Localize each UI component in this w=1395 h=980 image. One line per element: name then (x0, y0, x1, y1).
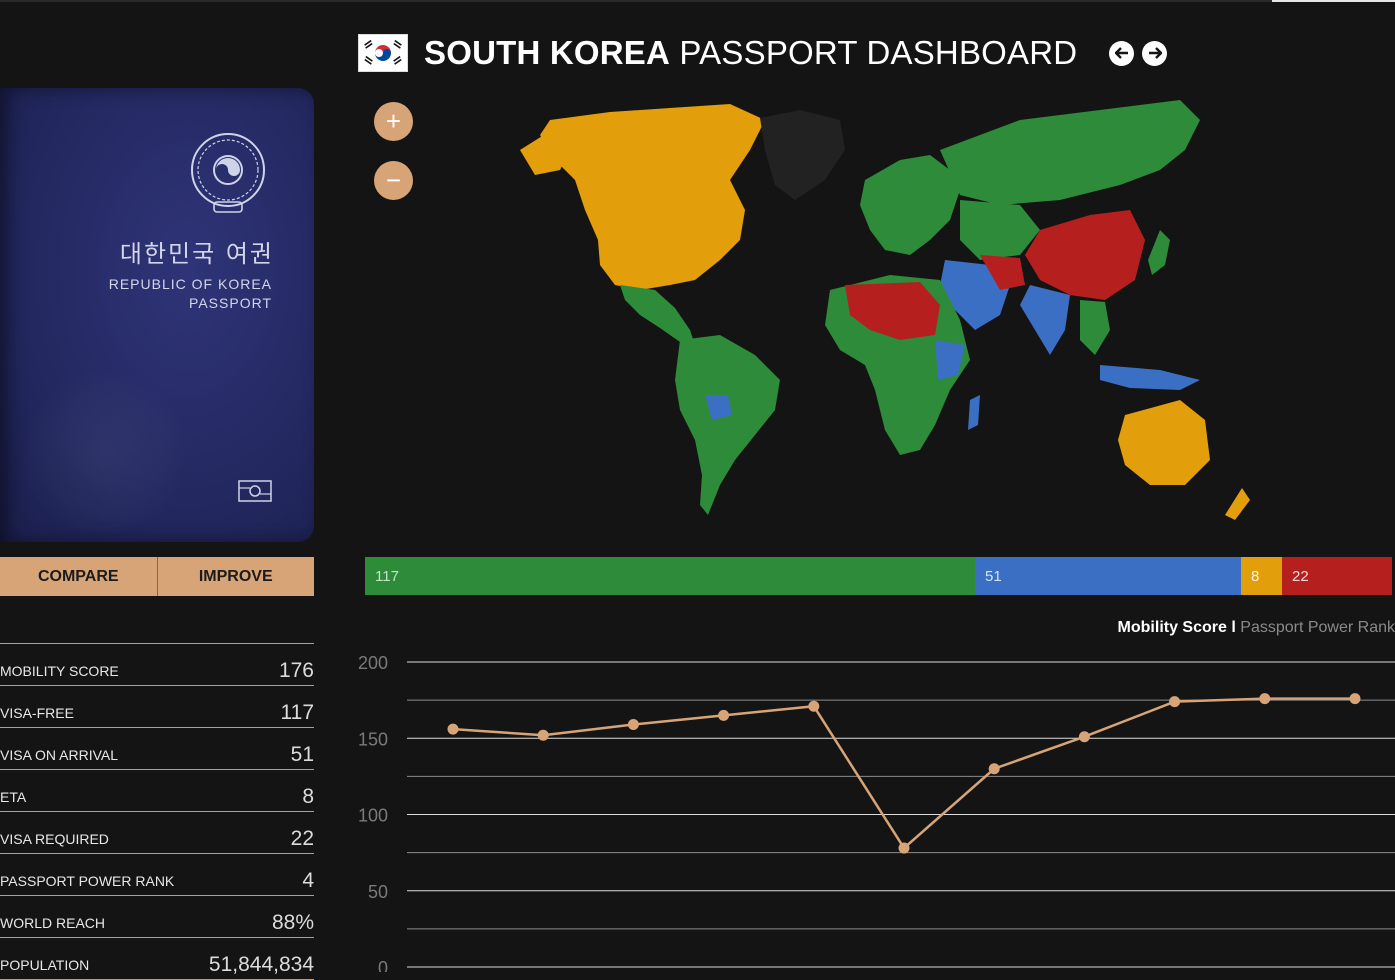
toggle-passport-power-rank[interactable]: Passport Power Rank (1240, 619, 1395, 636)
stat-row-population: POPULATION 51,844,834 (0, 938, 314, 980)
passport-english-line1: REPUBLIC OF KOREA (108, 276, 272, 292)
dashboard-header: SOUTH KOREA PASSPORT DASHBOARD (358, 28, 1168, 78)
map-region-south-america (675, 335, 780, 515)
stat-value: 4 (302, 869, 314, 892)
top-border (0, 0, 1395, 2)
map-region-russia (940, 100, 1200, 205)
data-point[interactable] (447, 723, 459, 735)
map-region-japan (1148, 230, 1170, 275)
south-korea-flag-icon (358, 34, 408, 72)
stat-label: VISA-FREE (0, 705, 74, 721)
map-region-greenland (760, 110, 845, 200)
passport-watermark (20, 368, 190, 538)
world-visa-map[interactable] (480, 90, 1280, 530)
data-point[interactable] (1349, 693, 1361, 705)
data-point[interactable] (1169, 696, 1181, 708)
stat-label: MOBILITY SCORE (0, 663, 119, 679)
passport-english-line2: PASSPORT (189, 295, 272, 311)
mobility-score-chart: 0 50 100 150 200 (358, 653, 1395, 972)
segment-visa-required[interactable]: 22 (1282, 557, 1392, 595)
data-point[interactable] (627, 719, 639, 731)
compare-button[interactable]: COMPARE (0, 557, 157, 596)
country-nav (1109, 40, 1168, 66)
stat-row-passport-power-rank: PASSPORT POWER RANK 4 (0, 854, 314, 896)
y-tick-label: 0 (378, 958, 388, 972)
stat-row-eta: ETA 8 (0, 770, 314, 812)
map-region-madagascar (968, 395, 980, 430)
series-line-mobility-score (452, 697, 1355, 850)
y-tick-label: 150 (358, 729, 388, 749)
page-title: SOUTH KOREA PASSPORT DASHBOARD (424, 34, 1077, 72)
map-region-india (1020, 285, 1070, 355)
page-title-rest: PASSPORT DASHBOARD (679, 34, 1078, 71)
stat-value: 117 (280, 701, 314, 724)
map-region-europe (860, 155, 960, 255)
action-buttons: COMPARE IMPROVE (0, 557, 314, 596)
stat-value: 51 (290, 743, 314, 766)
arrow-left-icon[interactable] (1109, 40, 1135, 66)
stat-label: VISA REQUIRED (0, 831, 109, 847)
toggle-mobility-score[interactable]: Mobility Score (1118, 619, 1227, 636)
stat-value: 8 (302, 785, 314, 808)
data-point[interactable] (718, 709, 730, 721)
passport-cover-image: 대한민국 여권 REPUBLIC OF KOREA PASSPORT (0, 88, 314, 542)
passport-stats-table: MOBILITY SCORE 176 VISA-FREE 117 VISA ON… (0, 643, 314, 980)
arrow-right-icon[interactable] (1142, 40, 1168, 66)
stat-row-visa-free: VISA-FREE 117 (0, 686, 314, 728)
segment-visa-free[interactable]: 117 (365, 557, 975, 595)
stat-value: 88% (271, 911, 314, 934)
visa-distribution-bar: 117 51 8 22 (365, 557, 1392, 595)
segment-eta[interactable]: 8 (1241, 557, 1282, 595)
biometric-chip-icon (238, 480, 272, 507)
top-border-accent (1272, 0, 1395, 2)
map-region-southeast-asia (1080, 300, 1110, 355)
stat-label: VISA ON ARRIVAL (0, 747, 119, 763)
page-title-country: SOUTH KOREA (424, 34, 671, 71)
y-tick-label: 200 (358, 653, 388, 673)
data-point[interactable] (1259, 693, 1271, 705)
data-point[interactable] (1078, 731, 1090, 743)
stat-label: PASSPORT POWER RANK (0, 873, 175, 889)
stat-row-mobility-score: MOBILITY SCORE 176 (0, 644, 314, 686)
stat-label: POPULATION (0, 957, 90, 973)
map-region-australia (1118, 400, 1210, 485)
zoom-in-button[interactable]: + (374, 102, 413, 141)
stat-row-visa-on-arrival: VISA ON ARRIVAL 51 (0, 728, 314, 770)
stat-row-visa-required: VISA REQUIRED 22 (0, 812, 314, 854)
map-region-north-america (540, 104, 765, 290)
y-tick-label: 100 (358, 806, 388, 826)
map-region-china (1025, 210, 1145, 300)
stat-value: 22 (290, 827, 314, 850)
chart-metric-toggle: Mobility Score l Passport Power Rank (1118, 619, 1395, 637)
data-point[interactable] (898, 842, 910, 854)
stat-value: 51,844,834 (208, 953, 314, 976)
stat-label: ETA (0, 789, 27, 805)
national-emblem-icon (184, 130, 272, 223)
data-point[interactable] (537, 729, 549, 741)
map-region-indonesia (1100, 365, 1200, 390)
data-point[interactable] (988, 763, 1000, 775)
stat-value: 176 (278, 659, 314, 682)
passport-korean-title: 대한민국 여권 (119, 240, 274, 268)
stat-row-world-reach: WORLD REACH 88% (0, 896, 314, 938)
y-tick-label: 50 (368, 882, 388, 902)
zoom-out-button[interactable]: − (374, 161, 413, 200)
segment-visa-on-arrival[interactable]: 51 (975, 557, 1241, 595)
data-point[interactable] (808, 700, 820, 712)
improve-button[interactable]: IMPROVE (156, 557, 314, 596)
map-region-central-america (620, 285, 695, 345)
map-region-new-zealand (1225, 488, 1250, 520)
stat-label: WORLD REACH (0, 915, 106, 931)
toggle-separator: l (1231, 619, 1236, 636)
